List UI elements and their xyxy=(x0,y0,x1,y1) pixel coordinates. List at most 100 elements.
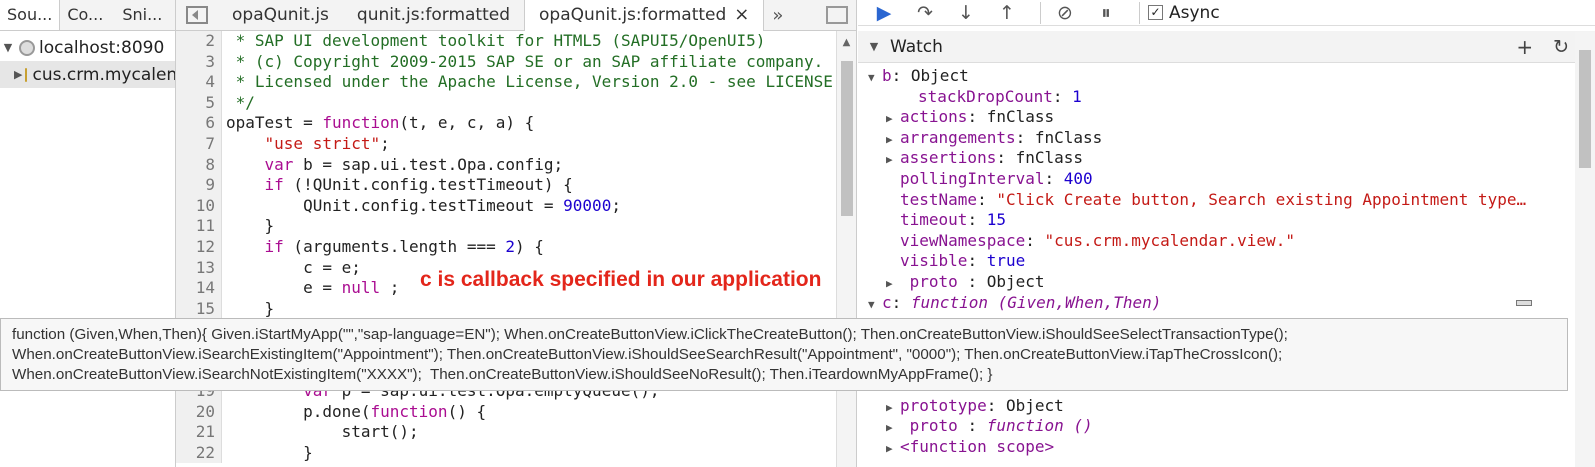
line-number[interactable]: 5 xyxy=(176,92,222,114)
code-text: QUnit.config.testTimeout = 90000; xyxy=(226,195,621,215)
line-number[interactable]: 12 xyxy=(176,236,222,258)
tooltip-line: function (Given,When,Then){ Given.iStart… xyxy=(12,326,1288,343)
code-line: 15 } xyxy=(176,298,836,320)
property-name: assertions xyxy=(900,148,997,168)
debugger-scrollbar[interactable] xyxy=(1575,32,1595,467)
step-over-icon[interactable]: ↷ xyxy=(909,1,941,25)
tab-label: opaQunit.js:formatted xyxy=(539,4,727,25)
code-text: * (c) Copyright 2009-2015 SAP SE or an S… xyxy=(226,51,824,71)
line-number[interactable]: 20 xyxy=(176,401,222,423)
line-number[interactable]: 15 xyxy=(176,298,222,320)
watch-entry[interactable]: testName: "Click Create button, Search e… xyxy=(868,190,1568,211)
watch-entry[interactable]: ▼ c: function (Given,When,Then) xyxy=(868,293,1568,314)
code-line: 3 * (c) Copyright 2009-2015 SAP SE or an… xyxy=(176,51,836,73)
watch-entry[interactable]: visible: true xyxy=(868,251,1568,272)
refresh-icon[interactable]: ↻ xyxy=(1553,36,1569,58)
expand-arrow-icon[interactable]: ▶ xyxy=(886,398,900,417)
tree-item-label: cus.crm.mycalendar xyxy=(32,64,175,85)
watch-entry[interactable]: ▶ assertions: fnClass xyxy=(868,148,1568,169)
more-tabs-button[interactable]: » xyxy=(772,5,783,26)
property-separator: : xyxy=(986,395,1006,415)
collapse-arrow-icon[interactable]: ▶ xyxy=(14,68,22,81)
step-out-icon[interactable]: ↑ xyxy=(991,1,1023,25)
line-number[interactable]: 21 xyxy=(176,422,222,443)
add-icon[interactable]: + xyxy=(1516,35,1533,59)
watch-entry[interactable]: pollingInterval: 400 xyxy=(868,169,1568,190)
expand-arrow-icon[interactable]: ▶ xyxy=(886,274,900,293)
line-number[interactable]: 7 xyxy=(176,133,222,155)
property-value: 15 xyxy=(986,210,1006,230)
property-name: proto xyxy=(900,416,968,436)
line-number[interactable]: 22 xyxy=(176,442,222,464)
property-name: testName xyxy=(900,189,978,209)
expand-arrow-icon[interactable]: ▶ xyxy=(886,418,900,437)
line-number[interactable]: 6 xyxy=(176,113,222,134)
code-text: e = null ; xyxy=(226,278,400,298)
tooltip-line: When.onCreateButtonView.iSearchNotExisti… xyxy=(12,366,993,383)
code-text: if (!QUnit.config.testTimeout) { xyxy=(264,175,573,195)
line-number[interactable]: 9 xyxy=(176,175,222,196)
navigator-panel: Sou... Co... Sni... ▼ localhost:8090 ▶ c… xyxy=(0,0,176,467)
expand-arrow-icon[interactable]: ▶ xyxy=(886,130,900,149)
tab-snippets[interactable]: Sni... xyxy=(115,0,170,30)
watch-entry[interactable]: ▼ b: Object xyxy=(868,66,1568,87)
watch-entry[interactable]: ▶ proto : Object xyxy=(868,272,1568,293)
code-line: 8 var b = sap.ui.test.Opa.config; xyxy=(176,154,836,176)
property-value: Object xyxy=(986,271,1045,291)
code-area[interactable]: 2 * SAP UI development toolkit for HTML5… xyxy=(176,31,836,467)
expand-arrow-icon[interactable]: ▶ xyxy=(886,439,900,458)
line-number[interactable]: 11 xyxy=(176,216,222,237)
line-number[interactable]: 3 xyxy=(176,51,222,73)
watch-header[interactable]: ▼ Watch + ↻ xyxy=(858,31,1595,63)
line-number[interactable]: 2 xyxy=(176,31,222,52)
tab-sources[interactable]: Sou... xyxy=(0,0,61,30)
watch-entry[interactable]: timeout: 15 xyxy=(868,210,1568,231)
async-checkbox[interactable]: ✓ xyxy=(1148,5,1163,20)
expanded-arrow-icon[interactable]: ▼ xyxy=(868,295,882,314)
line-number[interactable]: 14 xyxy=(176,278,222,299)
resume-icon[interactable]: ▶ xyxy=(868,1,900,25)
globe-icon xyxy=(19,39,35,56)
watch-entry[interactable]: ▶ actions: fnClass xyxy=(868,107,1568,128)
code-text: p.done(function() { xyxy=(226,401,487,421)
line-number[interactable]: 10 xyxy=(176,195,222,217)
tree-item-folder[interactable]: ▶ cus.crm.mycalendar xyxy=(0,61,175,88)
expand-arrow-icon[interactable]: ▶ xyxy=(886,109,900,128)
code-text: * Licensed under the Apache License, Ver… xyxy=(226,72,833,92)
editor-panel: opaQunit.js qunit.js:formatted opaQunit.… xyxy=(176,0,857,467)
close-icon[interactable]: × xyxy=(734,4,749,25)
editor-scrollbar[interactable]: ▲ xyxy=(836,31,856,467)
step-into-icon[interactable]: ↓ xyxy=(950,1,982,25)
toggle-debugger-icon[interactable] xyxy=(826,6,848,24)
tab-qunit-formatted[interactable]: qunit.js:formatted xyxy=(343,0,524,31)
tab-opaqunit-formatted[interactable]: opaQunit.js:formatted × xyxy=(524,0,765,31)
watch-entry[interactable]: viewNamespace: "cus.crm.mycalendar.view.… xyxy=(868,231,1568,252)
expanded-arrow-icon[interactable]: ▼ xyxy=(868,68,882,87)
watch-entry[interactable]: stackDropCount: 1 xyxy=(868,87,1568,108)
tab-opaqunit[interactable]: opaQunit.js xyxy=(218,0,343,31)
expand-arrow-icon[interactable]: ▶ xyxy=(886,150,900,169)
line-number[interactable]: 13 xyxy=(176,257,222,279)
watch-entry[interactable]: ▶ proto : function () xyxy=(868,416,1568,437)
tree-item-localhost[interactable]: ▼ localhost:8090 xyxy=(0,34,175,61)
property-value: Object xyxy=(1005,395,1064,415)
watch-entry[interactable]: ▶ prototype: Object xyxy=(868,396,1568,417)
scrollbar-thumb[interactable] xyxy=(1579,50,1591,168)
expand-arrow-icon[interactable]: ▼ xyxy=(0,41,16,54)
collapse-arrow-icon[interactable]: ▼ xyxy=(866,40,882,53)
property-name: b xyxy=(882,66,892,85)
scrollbar-thumb[interactable] xyxy=(841,61,853,216)
property-name: visible xyxy=(900,251,968,271)
property-value: Object xyxy=(910,66,969,85)
tab-content-scripts[interactable]: Co... xyxy=(60,0,115,30)
line-number[interactable]: 8 xyxy=(176,154,222,176)
toggle-navigator-icon[interactable] xyxy=(186,6,208,24)
watch-entry[interactable]: ▶ arrangements: fnClass xyxy=(868,128,1568,149)
deactivate-breakpoints-icon[interactable]: ⊘ xyxy=(1049,1,1081,25)
line-number[interactable]: 4 xyxy=(176,72,222,93)
scroll-up-icon[interactable]: ▲ xyxy=(837,37,856,48)
minimize-icon[interactable] xyxy=(1516,300,1532,306)
pause-on-exceptions-icon[interactable]: ⏸ xyxy=(1090,1,1122,25)
watch-entry[interactable]: ▶ <function scope> xyxy=(868,437,1568,458)
code-text: "use strict"; xyxy=(264,133,390,153)
